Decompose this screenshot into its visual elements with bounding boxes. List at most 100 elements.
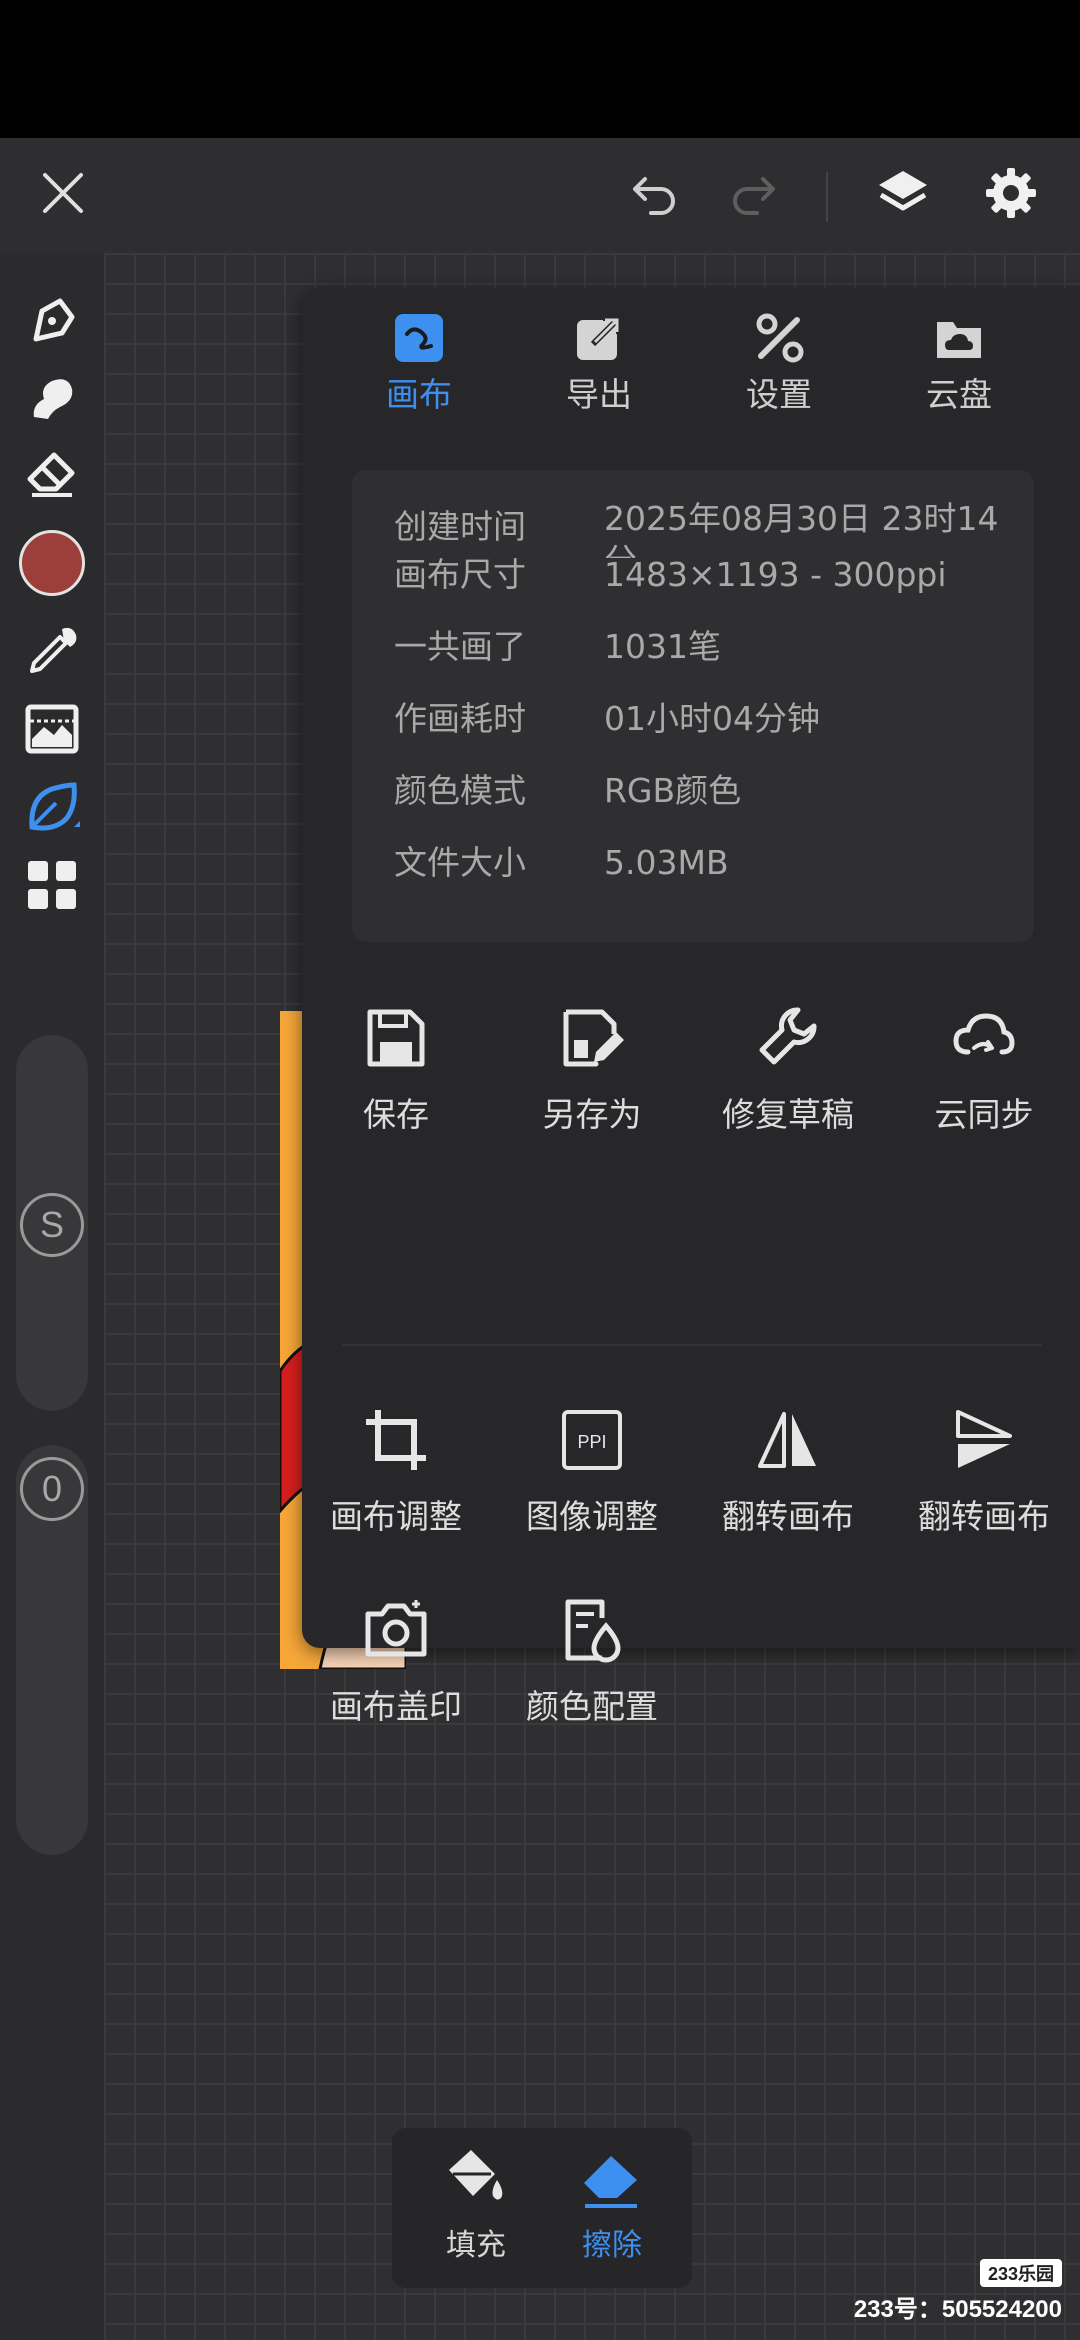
save-as-icon — [552, 998, 632, 1078]
tab-settings[interactable]: 设置 — [704, 312, 854, 422]
leaf-brush-icon — [22, 777, 82, 841]
info-stroke-count: 一共画了 1031笔 — [394, 626, 1014, 668]
toolbar-divider — [826, 172, 828, 222]
info-drawing-time: 作画耗时 01小时04分钟 — [394, 698, 1014, 740]
canvas-icon — [393, 312, 445, 364]
flip-canvas-vertical-button[interactable]: 翻转画布 — [894, 1400, 1074, 1538]
flip-canvas-horizontal-label: 翻转画布 — [722, 1497, 854, 1536]
info-label: 一共画了 — [394, 627, 526, 666]
info-created-time: 创建时间 2025年08月30日 23时14分 — [394, 498, 1014, 558]
pen-tool[interactable] — [14, 285, 90, 361]
color-swatch — [19, 530, 85, 596]
canvas-stamp-label: 画布盖印 — [330, 1687, 462, 1726]
ppi-icon: PPI — [552, 1400, 632, 1480]
eyedropper-icon — [22, 621, 82, 685]
eraser-icon — [22, 443, 82, 507]
watermark: 233乐园 233号：505524200 — [854, 2259, 1062, 2324]
info-label: 作画耗时 — [394, 699, 526, 738]
tab-export[interactable]: 导出 — [524, 312, 674, 422]
tab-canvas-label: 画布 — [386, 375, 452, 414]
flip-horizontal-icon — [748, 1400, 828, 1480]
image-adjust-label: 图像调整 — [526, 1497, 658, 1536]
save-button[interactable]: 保存 — [306, 998, 486, 1136]
flip-canvas-horizontal-button[interactable]: 翻转画布 — [698, 1400, 878, 1538]
info-canvas-size: 画布尺寸 1483×1193 - 300ppi — [394, 554, 1014, 596]
cloud-sync-button[interactable]: 云同步 — [894, 998, 1074, 1136]
info-color-mode: 颜色模式 RGB颜色 — [394, 770, 1014, 812]
redo-button[interactable] — [718, 160, 788, 230]
save-as-button[interactable]: 另存为 — [502, 998, 682, 1136]
color-profile-label: 颜色配置 — [526, 1687, 658, 1726]
fill-button[interactable]: 填充 — [416, 2144, 536, 2264]
tab-export-label: 导出 — [566, 375, 632, 414]
info-value: 1031笔 — [604, 627, 721, 666]
ppi-icon-text: PPI — [577, 1432, 606, 1452]
image-adjust-icon — [22, 699, 82, 763]
save-as-label: 另存为 — [542, 1095, 642, 1134]
wrench-icon — [748, 998, 828, 1078]
gear-icon — [983, 165, 1039, 225]
close-icon — [35, 165, 91, 225]
color-profile-button[interactable]: 颜色配置 — [502, 1590, 682, 1728]
save-icon — [356, 998, 436, 1078]
cloud-sync-icon — [944, 998, 1024, 1078]
tab-canvas[interactable]: 画布 — [344, 312, 494, 422]
canvas-adjust-button[interactable]: 画布调整 — [306, 1400, 486, 1538]
panel-divider — [342, 1344, 1042, 1346]
flip-canvas-vertical-label: 翻转画布 — [918, 1497, 1050, 1536]
pen-icon — [22, 291, 82, 355]
info-label: 创建时间 — [394, 507, 526, 546]
undo-button[interactable] — [620, 160, 690, 230]
fill-erase-popup: 填充 擦除 — [392, 2128, 692, 2288]
erase-fill-button[interactable]: 擦除 — [552, 2144, 672, 2264]
redo-icon — [725, 165, 781, 225]
top-bar — [0, 138, 1080, 253]
image-adjust-button[interactable]: PPI 图像调整 — [502, 1400, 682, 1538]
cloud-folder-icon — [933, 312, 985, 364]
image-adjust-tool[interactable] — [14, 693, 90, 769]
color-profile-icon — [552, 1590, 632, 1670]
undo-icon — [627, 165, 683, 225]
color-picker-button[interactable] — [14, 525, 90, 601]
export-icon — [573, 312, 625, 364]
tab-cloud-drive[interactable]: 云盘 — [884, 312, 1034, 422]
tools-icon — [753, 312, 805, 364]
drawing-app: S 0 画布 导出 设置 云盘 创建时间 2025年08月30日 23时14 画… — [0, 138, 1080, 2340]
eyedropper-tool[interactable] — [14, 615, 90, 691]
settings-button[interactable] — [976, 160, 1046, 230]
repair-draft-label: 修复草稿 — [722, 1095, 854, 1134]
info-file-size: 文件大小 5.03MB — [394, 842, 1014, 884]
smudge-icon — [22, 367, 82, 431]
save-label: 保存 — [363, 1095, 429, 1134]
brush-size-knob[interactable]: S — [20, 1193, 84, 1257]
fill-label: 填充 — [446, 2228, 506, 2263]
crop-icon — [356, 1400, 436, 1480]
canvas-adjust-label: 画布调整 — [330, 1497, 462, 1536]
info-value: 5.03MB — [604, 843, 729, 882]
camera-icon — [356, 1590, 436, 1670]
erase-label: 擦除 — [582, 2228, 642, 2263]
info-value: 01小时04分钟 — [604, 699, 820, 738]
brush-library-tool[interactable] — [14, 771, 90, 847]
layers-icon — [875, 165, 931, 225]
canvas-stamp-button[interactable]: 画布盖印 — [306, 1590, 486, 1728]
brush-opacity-knob[interactable]: 0 — [20, 1457, 84, 1521]
info-label: 颜色模式 — [394, 771, 526, 810]
more-tools-button[interactable] — [14, 849, 90, 925]
layers-button[interactable] — [868, 160, 938, 230]
info-value: RGB颜色 — [604, 771, 742, 810]
canvas-menu-panel: 画布 导出 设置 云盘 创建时间 2025年08月30日 23时14分 — [302, 288, 1080, 1726]
close-button[interactable] — [28, 160, 98, 230]
paint-bucket-icon — [441, 2144, 511, 2214]
smudge-tool[interactable] — [14, 361, 90, 437]
repair-draft-button[interactable]: 修复草稿 — [698, 998, 878, 1136]
flip-vertical-icon — [944, 1400, 1024, 1480]
tab-settings-label: 设置 — [746, 375, 812, 414]
watermark-logo: 233乐园 — [979, 2259, 1062, 2287]
cloud-sync-label: 云同步 — [934, 1095, 1034, 1134]
canvas-info-card: 创建时间 2025年08月30日 23时14分 画布尺寸 1483×1193 -… — [352, 470, 1034, 942]
watermark-text: 233号：505524200 — [853, 2296, 1062, 2323]
eraser-tool[interactable] — [14, 437, 90, 513]
grid-menu-icon — [22, 855, 82, 919]
info-value: 2025年08月30日 23时14分 — [604, 499, 999, 558]
